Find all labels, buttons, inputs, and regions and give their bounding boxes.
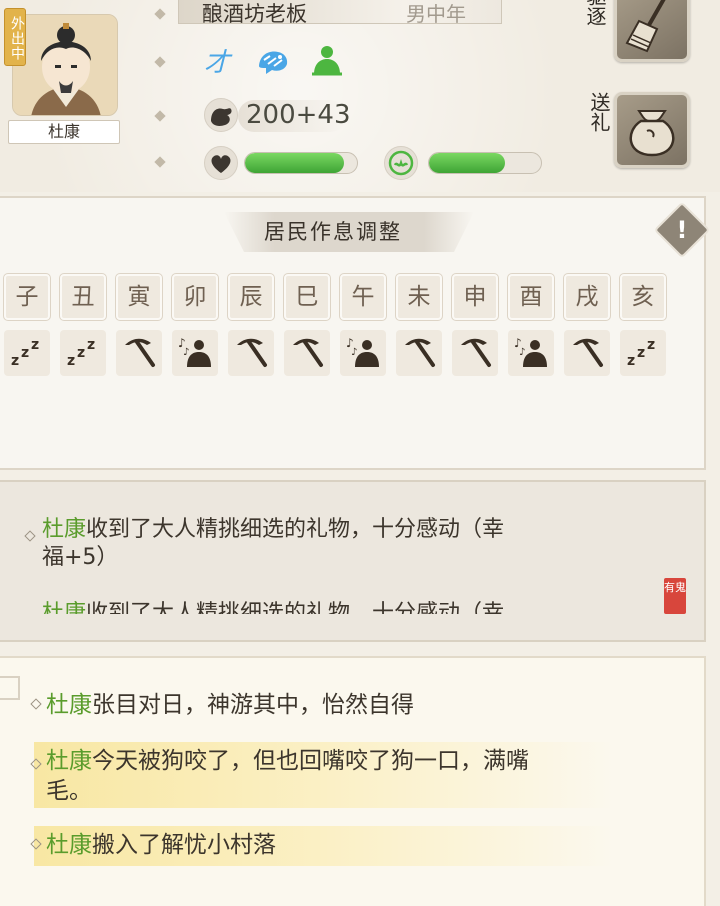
log-text: 收到了大人精挑细选的礼物，十分感动（幸 (86, 601, 505, 614)
corner-ornament (0, 676, 20, 700)
hour-cell: 寅 (116, 274, 162, 320)
log-entry-cont: 毛。 (46, 778, 92, 804)
status-badge: 外出中 (4, 8, 26, 66)
work-activity-cell[interactable] (116, 330, 162, 376)
rest-activity-cell[interactable]: ♪ ♪ (508, 330, 554, 376)
log-entry: 杜康收到了大人精挑细选的礼物，十分感动（幸 (42, 516, 504, 544)
happiness-icon (384, 146, 418, 180)
hour-cell: 未 (396, 274, 442, 320)
svg-text:才: 才 (204, 48, 233, 78)
log-entry: 杜康今天被狗咬了，但也回嘴咬了狗一口，满嘴 (46, 746, 529, 776)
strength-icon (204, 98, 238, 132)
log-entry-cont: 福+5） (42, 545, 119, 570)
hour-cell: 丑 (60, 274, 106, 320)
expel-label: 驱逐 (583, 0, 607, 26)
log-text: 收到了大人精挑细选的礼物，十分感动（幸 (86, 517, 505, 542)
heart-icon (204, 146, 238, 180)
warning-icon: ! (676, 216, 688, 244)
log-entry: 杜康张目对日，神游其中，怡然自得 (46, 690, 626, 720)
svg-text:z: z (77, 345, 85, 361)
log-name[interactable]: 杜康 (46, 748, 92, 774)
svg-text:z: z (87, 337, 95, 353)
happiness-bar-fill (429, 153, 506, 173)
work-icon (399, 331, 439, 375)
resident-title: 酿酒坊老板 (202, 2, 307, 26)
log-text: 今天被狗咬了，但也回嘴咬了狗一口，满嘴 (92, 748, 529, 774)
svg-text:♪: ♪ (519, 347, 525, 358)
resident-name: 杜康 (8, 120, 120, 144)
sleep-activity-cell[interactable]: zzz (60, 330, 106, 376)
expel-button[interactable] (614, 0, 690, 62)
work-activity-cell[interactable] (452, 330, 498, 376)
hour-cell: 戌 (564, 274, 610, 320)
work-icon (119, 331, 159, 375)
svg-text:z: z (637, 345, 645, 361)
work-icon (231, 331, 271, 375)
work-icon (455, 331, 495, 375)
happiness-bar (428, 152, 542, 174)
sleep-icon: zzz (7, 331, 47, 375)
meditation-icon[interactable] (310, 44, 344, 78)
hour-cell: 子 (4, 274, 50, 320)
log-name[interactable]: 杜康 (42, 601, 86, 614)
hour-cell: 申 (452, 274, 498, 320)
log-name[interactable]: 杜康 (42, 517, 86, 542)
resident-gender-age: 男中年 (406, 2, 466, 26)
log-entry-clipped: 杜康收到了大人精挑细选的礼物，十分感动（幸 (42, 600, 504, 614)
rest-icon: ♪ ♪ (511, 331, 551, 375)
resident-avatar[interactable] (12, 14, 118, 116)
svg-text:z: z (21, 345, 29, 361)
svg-text:z: z (11, 353, 19, 369)
log-entry: 杜康搬入了解忧小村落 (46, 830, 276, 860)
svg-text:♪: ♪ (183, 347, 189, 358)
work-activity-cell[interactable] (284, 330, 330, 376)
work-activity-cell[interactable] (396, 330, 442, 376)
health-bar (244, 152, 358, 174)
work-icon (567, 331, 607, 375)
sleep-icon: zzz (63, 331, 103, 375)
rest-icon: ♪ ♪ (175, 331, 215, 375)
hour-cell: 午 (340, 274, 386, 320)
rest-activity-cell[interactable]: ♪ ♪ (340, 330, 386, 376)
hour-cell: 酉 (508, 274, 554, 320)
svg-text:z: z (647, 337, 655, 353)
svg-text:z: z (31, 337, 39, 353)
log-name[interactable]: 杜康 (46, 832, 92, 858)
hour-cell: 辰 (228, 274, 274, 320)
work-activity-cell[interactable] (564, 330, 610, 376)
hour-cell: 卯 (172, 274, 218, 320)
svg-text:z: z (67, 353, 75, 369)
log-text: 搬入了解忧小村落 (92, 832, 276, 858)
tiger-icon[interactable] (256, 44, 290, 78)
gift-label: 送礼 (587, 92, 611, 132)
hour-cell: 巳 (284, 274, 330, 320)
seal-stamp: 有鬼 (664, 578, 686, 614)
strength-value: 200+43 (246, 100, 351, 130)
rest-activity-cell[interactable]: ♪ ♪ (172, 330, 218, 376)
sleep-activity-cell[interactable]: zzz (620, 330, 666, 376)
svg-text:z: z (627, 353, 635, 369)
rest-icon: ♪ ♪ (343, 331, 383, 375)
hour-cell: 亥 (620, 274, 666, 320)
svg-text:♪: ♪ (351, 347, 357, 358)
sleep-icon: zzz (623, 331, 663, 375)
log-text: 张目对日，神游其中，怡然自得 (92, 692, 414, 718)
sleep-activity-cell[interactable]: zzz (4, 330, 50, 376)
work-activity-cell[interactable] (228, 330, 274, 376)
log-name[interactable]: 杜康 (46, 692, 92, 718)
schedule-title: 居民作息调整 (264, 220, 402, 244)
talent-icon[interactable]: 才 (200, 44, 234, 78)
work-icon (287, 331, 327, 375)
gift-button[interactable] (614, 92, 690, 168)
health-bar-fill (245, 153, 344, 173)
